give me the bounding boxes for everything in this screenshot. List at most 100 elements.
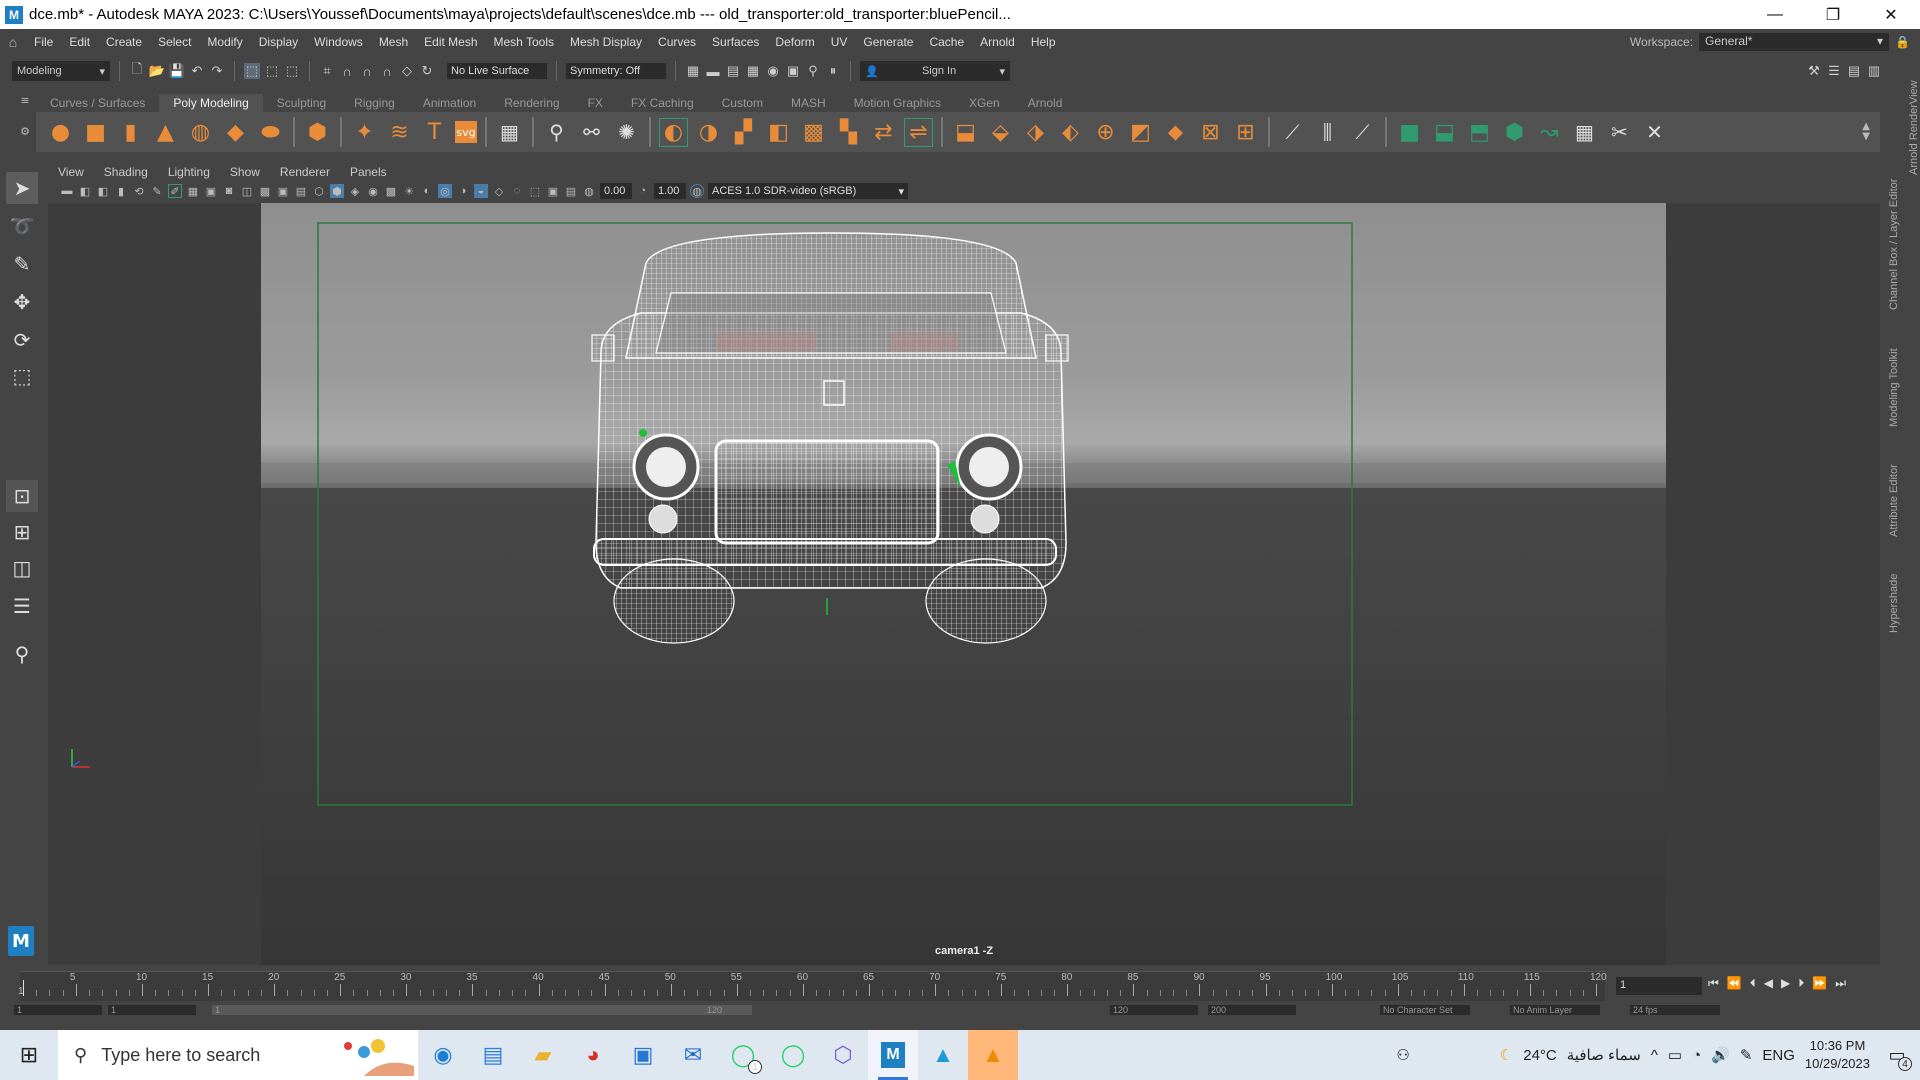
super-shape-icon[interactable]: ✦	[350, 118, 379, 147]
smooth-shade-icon[interactable]: ⬢	[330, 184, 344, 198]
render-setup-icon[interactable]: ▣	[785, 63, 801, 79]
image-plane-icon[interactable]: ▮	[114, 184, 128, 198]
tab-modeling-toolkit[interactable]: Modeling Toolkit	[1888, 348, 1900, 427]
play-backward-icon[interactable]: ◀	[1764, 976, 1773, 991]
menu-create[interactable]: Create	[98, 35, 150, 49]
safe-action-icon[interactable]: ▣	[276, 184, 290, 198]
planar-uv-icon[interactable]: ■	[1395, 118, 1424, 147]
taskbar-copilot-icon[interactable]: ⬡	[818, 1030, 868, 1080]
smooth-icon[interactable]: ▩	[799, 118, 828, 147]
exposure-icon[interactable]: ◍	[582, 184, 596, 198]
taskbar-search-box[interactable]: ⚲ Type here to search	[58, 1030, 418, 1080]
close-button[interactable]: ✕	[1862, 0, 1920, 29]
undo-icon[interactable]: ↶	[189, 63, 205, 79]
new-scene-icon[interactable]: 🗋	[129, 61, 145, 79]
menu-mesh-tools[interactable]: Mesh Tools	[486, 35, 562, 49]
light-editor-icon[interactable]: ⚲	[805, 63, 821, 79]
tab-arnold-renderview[interactable]: Arnold RenderView	[1908, 80, 1920, 175]
home-icon[interactable]: ⌂	[0, 34, 26, 50]
current-frame-field[interactable]: 1	[1616, 977, 1702, 995]
shelf-tab-sculpting[interactable]: Sculpting	[263, 94, 340, 112]
poly-torus-icon[interactable]: ◍	[186, 118, 215, 147]
shelf-tab-rendering[interactable]: Rendering	[490, 94, 573, 112]
shelf-tab-poly-modeling[interactable]: Poly Modeling	[159, 94, 263, 112]
panel-menu-shading[interactable]: Shading	[94, 165, 158, 179]
depth-of-field-icon[interactable]: ▤	[564, 184, 578, 198]
symmetry-dropdown[interactable]: Symmetry: Off	[566, 63, 666, 79]
xray-icon[interactable]: ◎	[438, 184, 452, 198]
move-tool-icon[interactable]: ✥	[6, 286, 38, 318]
offset-edge-loop-icon[interactable]: ⟋	[1348, 118, 1377, 147]
render-settings-icon[interactable]: ▦	[745, 63, 761, 79]
fps-dropdown[interactable]: 24 fps	[1630, 1005, 1720, 1015]
bevel-icon[interactable]: ⬙	[986, 118, 1015, 147]
cylindrical-uv-icon[interactable]: ⬓	[1430, 118, 1459, 147]
language-indicator[interactable]: ENG	[1762, 1047, 1795, 1064]
lasso-tool-icon[interactable]: ➰	[6, 210, 38, 242]
panel-menu-show[interactable]: Show	[220, 165, 270, 179]
sweep-mesh-icon[interactable]: ≋	[385, 118, 414, 147]
snap-live-icon[interactable]: ↻	[419, 63, 435, 79]
anti-aliasing-icon[interactable]: ◌	[510, 184, 524, 198]
two-view-layout-icon[interactable]: ◫	[6, 552, 38, 584]
range-inner-start-field[interactable]: 1	[108, 1005, 196, 1015]
sign-in-dropdown[interactable]: 👤 Sign In ▾	[860, 61, 1010, 81]
snap-view-icon[interactable]: ∩	[379, 63, 395, 79]
menu-modify[interactable]: Modify	[199, 35, 250, 49]
open-scene-icon[interactable]: 📂	[149, 63, 165, 79]
windows-start-icon[interactable]: ⊞	[0, 1030, 58, 1080]
poly-cylinder-icon[interactable]: ▮	[116, 118, 145, 147]
time-slider-track[interactable]: 1 5 10 15 20 25 30 35 40 45 50 55 60 65 70 75 80 85 90 95 1…	[18, 971, 1607, 1001]
taskbar-file-folder-icon[interactable]: ▰	[518, 1030, 568, 1080]
bridge-icon[interactable]: ⇌	[904, 117, 933, 147]
poly-cone-icon[interactable]: ▲	[151, 118, 180, 147]
menu-edit[interactable]: Edit	[61, 35, 98, 49]
menuset-dropdown[interactable]: Modeling ▾	[12, 61, 110, 81]
people-icon[interactable]: ⚇	[1396, 1046, 1409, 1064]
edge-flow-icon[interactable]: ⟋	[1278, 118, 1307, 147]
film-gate-icon[interactable]: ▣	[204, 184, 218, 198]
soft-select-icon[interactable]: ✺	[612, 118, 641, 147]
select-tool-icon[interactable]: ➤	[6, 172, 38, 204]
menu-deform[interactable]: Deform	[767, 35, 822, 49]
safe-title-icon[interactable]: ▤	[294, 184, 308, 198]
shelf-tab-animation[interactable]: Animation	[409, 94, 490, 112]
gate-mask-icon[interactable]: ◫	[240, 184, 254, 198]
anim-end-field[interactable]: 200	[1208, 1005, 1296, 1015]
polygon-count-icon[interactable]: ⚲	[542, 118, 571, 147]
scale-tool-icon[interactable]: ⬚	[6, 360, 38, 392]
shelf-tab-fx-caching[interactable]: FX Caching	[617, 94, 708, 112]
shelf-tab-motion-graphics[interactable]: Motion Graphics	[840, 94, 955, 112]
reduce-icon[interactable]: ▚	[834, 118, 863, 147]
go-to-end-icon[interactable]: ⏭	[1835, 976, 1846, 991]
shelf-tab-xgen[interactable]: XGen	[955, 94, 1014, 112]
battery-icon[interactable]: ▭	[1668, 1046, 1682, 1064]
menu-uv[interactable]: UV	[823, 35, 856, 49]
lock-icon[interactable]: 🔒	[1895, 35, 1910, 49]
bookmark-icon[interactable]: ◧	[96, 184, 110, 198]
snap-curve-icon[interactable]: ∩	[339, 63, 355, 79]
shelf-side-menu[interactable]: ≡ ⚙	[14, 94, 36, 152]
tab-hypershade[interactable]: Hypershade	[1888, 574, 1900, 633]
wireframe-on-shaded-icon[interactable]: ◉	[366, 184, 380, 198]
select-hierarchy-icon[interactable]: ⬚	[244, 63, 260, 79]
default-material-icon[interactable]: ◈	[348, 184, 362, 198]
menu-display[interactable]: Display	[251, 35, 306, 49]
menu-windows[interactable]: Windows	[306, 35, 371, 49]
color-management-icon[interactable]: ◍	[690, 184, 704, 198]
select-object-icon[interactable]: ⬚	[264, 63, 280, 79]
panel-menu-renderer[interactable]: Renderer	[270, 165, 340, 179]
live-surface-field[interactable]: No Live Surface	[447, 63, 547, 79]
taskbar-whatsapp-business-icon[interactable]: ◯ 1	[718, 1030, 768, 1080]
shelf-tab-mash[interactable]: MASH	[777, 94, 840, 112]
menu-surfaces[interactable]: Surfaces	[704, 35, 767, 49]
quad-draw-icon[interactable]: ⊞	[1231, 118, 1260, 147]
menu-generate[interactable]: Generate	[855, 35, 921, 49]
textured-icon[interactable]: ▩	[384, 184, 398, 198]
extract-icon[interactable]: ▞	[729, 118, 758, 147]
menu-mesh-display[interactable]: Mesh Display	[562, 35, 650, 49]
poly-disc-icon[interactable]: ⬬	[256, 118, 285, 147]
weather-temp[interactable]: 24°C	[1523, 1047, 1557, 1064]
shelf-settings-icon[interactable]: ⚙	[14, 125, 36, 138]
select-camera-icon[interactable]: ▬	[60, 184, 74, 198]
